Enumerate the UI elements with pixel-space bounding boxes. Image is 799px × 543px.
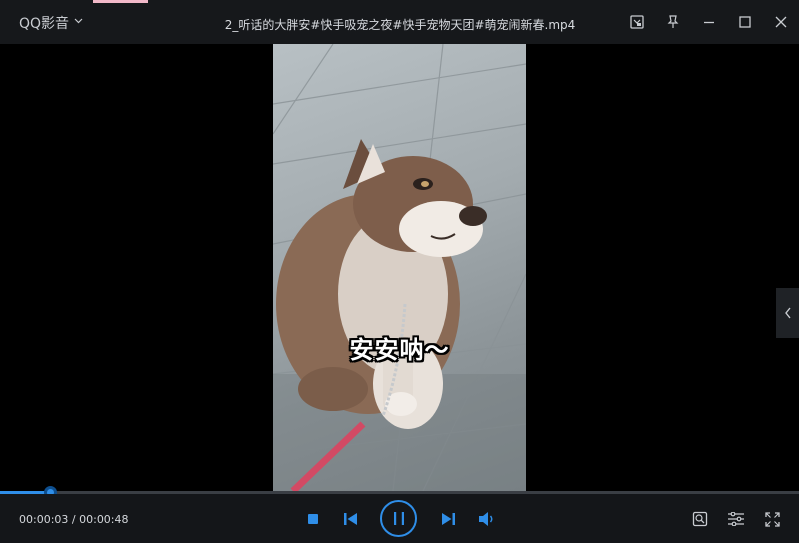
minimize-button[interactable] <box>691 0 727 44</box>
maximize-button[interactable] <box>727 0 763 44</box>
file-title: 2_听话的大胖安#快手吸宠之夜#快手宠物天团#萌宠闹新春.mp4 <box>224 18 576 32</box>
settings-sliders-icon <box>728 512 744 526</box>
maximize-icon <box>739 16 751 28</box>
pin-icon <box>667 15 679 28</box>
volume-icon <box>479 512 493 526</box>
previous-button[interactable] <box>341 510 359 528</box>
chevron-down-icon <box>74 17 83 27</box>
video-frame[interactable]: 安安呐～ <box>273 44 526 491</box>
minimize-icon <box>704 21 714 24</box>
pause-button[interactable] <box>380 500 417 537</box>
pin-button[interactable] <box>655 0 691 44</box>
time-separator: / <box>68 513 80 526</box>
subtitle-text: 安安呐～ <box>349 336 450 364</box>
fullscreen-button[interactable] <box>762 509 782 529</box>
app-name: QQ影音 <box>19 16 70 32</box>
screenshot-panel-icon <box>630 15 644 29</box>
app-menu[interactable]: QQ影音 <box>19 13 83 33</box>
fullscreen-icon <box>764 511 780 527</box>
stop-button[interactable] <box>305 511 321 527</box>
stop-icon <box>308 514 318 524</box>
next-icon <box>441 513 455 525</box>
video-picture <box>273 44 526 491</box>
video-area[interactable]: 安安呐～ <box>0 44 799 491</box>
title-bar: QQ影音 2_听话的大胖安#快手吸宠之夜#快手宠物天团#萌宠闹新春.mp4 <box>0 0 799 44</box>
volume-button[interactable] <box>477 509 497 529</box>
previous-icon <box>343 513 357 525</box>
time-display: 00:00:03 / 00:00:48 <box>19 513 129 526</box>
chevron-left-icon <box>784 307 791 319</box>
screenshot-tool-button[interactable] <box>690 509 710 529</box>
settings-button[interactable] <box>726 509 746 529</box>
duration: 00:00:48 <box>79 513 129 526</box>
current-time: 00:00:03 <box>19 513 69 526</box>
close-icon <box>775 16 787 28</box>
control-bar: 00:00:03 / 00:00:48 <box>0 494 799 543</box>
pause-icon <box>393 512 404 525</box>
close-button[interactable] <box>763 0 799 44</box>
next-button[interactable] <box>439 510 457 528</box>
window-controls <box>619 0 799 44</box>
screenshot-tool-icon <box>692 511 708 527</box>
side-panel-toggle[interactable] <box>776 288 799 338</box>
screenshot-panel-button[interactable] <box>619 0 655 44</box>
desktop-strip <box>93 0 148 3</box>
